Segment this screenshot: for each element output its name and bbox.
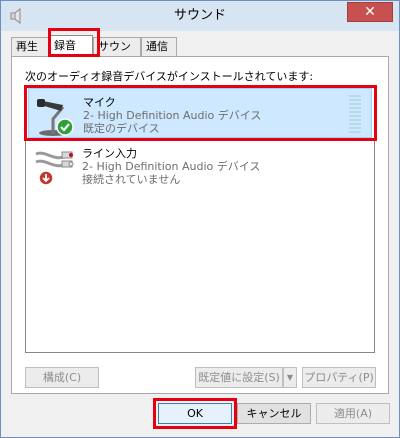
device-status: 既定のデバイス (83, 122, 160, 135)
title-bar[interactable]: サウンド ✕ (1, 1, 399, 31)
cancel-button[interactable]: キャンセル (237, 403, 311, 424)
tab-playback[interactable]: 再生 (11, 37, 49, 56)
device-status: 接続されていません (82, 173, 181, 186)
microphone-icon (37, 99, 74, 136)
window-title: サウンド (173, 8, 226, 23)
line-in-icon (35, 151, 74, 186)
apply-button[interactable]: 適用(A) (316, 403, 390, 424)
set-default-button[interactable]: 既定値に設定(S) (195, 367, 283, 388)
tab-sounds[interactable]: サウンド (93, 37, 141, 71)
configure-button[interactable]: 構成(C) (25, 367, 99, 388)
device-item-line-in[interactable]: ライン入力 2- High Definition Audio デバイス 接続され… (28, 140, 372, 190)
device-list-description: 次のオーディオ録音デバイスがインストールされています: (25, 70, 314, 83)
ok-button[interactable]: OK (158, 403, 232, 424)
chevron-down-icon[interactable]: ▼ (283, 367, 297, 388)
close-button[interactable]: ✕ (347, 2, 393, 22)
sound-dialog: サウンド ✕ 再生 録音 サウンド 通信 次のオーディオ録音デバイスがインストー… (0, 0, 400, 438)
recording-panel: 次のオーディオ録音デバイスがインストールされています: マイク 2- High … (11, 56, 389, 394)
properties-button[interactable]: プロパティ(P) (302, 367, 376, 388)
tab-communications[interactable]: 通信 (141, 37, 177, 56)
recording-device-list: マイク 2- High Definition Audio デバイス 既定のデバイ… (25, 85, 375, 353)
device-item-microphone[interactable]: マイク 2- High Definition Audio デバイス 既定のデバイ… (28, 88, 372, 138)
tab-recording[interactable]: 録音 (49, 35, 93, 57)
input-level-meter (349, 95, 361, 133)
